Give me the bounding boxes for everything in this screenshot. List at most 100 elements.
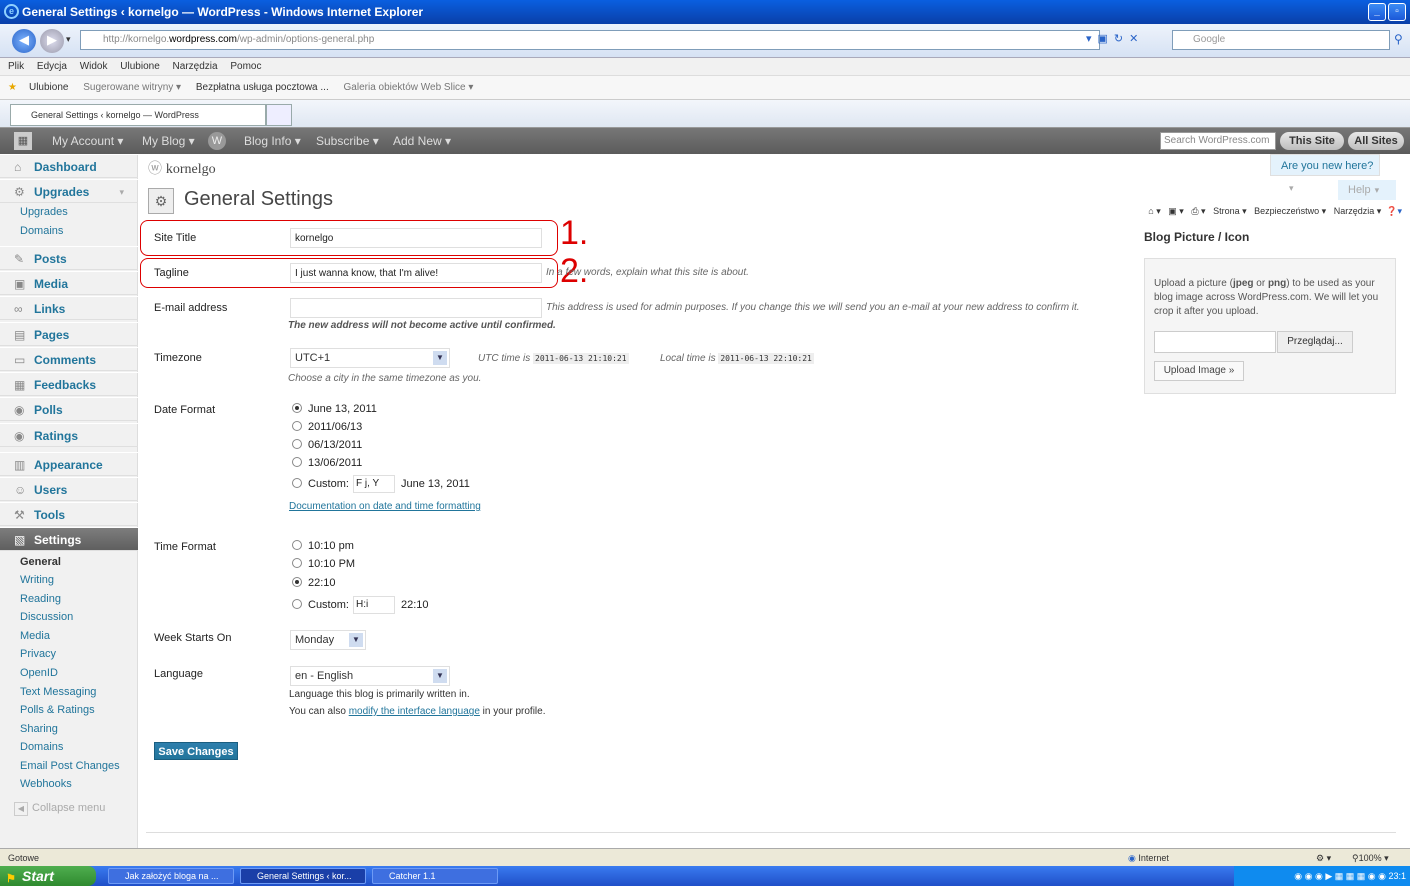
maximize-button[interactable]: ▫ xyxy=(1388,3,1406,21)
protected-mode-icon[interactable]: ⚙ ▾ xyxy=(1316,849,1331,867)
browser-search-input[interactable]: Google xyxy=(1172,30,1390,50)
taskbar-item[interactable]: Jak założyć bloga na ... xyxy=(108,868,234,884)
submenu-openid[interactable]: OpenID xyxy=(20,667,58,679)
suggested-sites-link[interactable]: Sugerowane witryny ▾ xyxy=(83,82,181,93)
submenu-email-post-changes[interactable]: Email Post Changes xyxy=(20,760,120,772)
browser-tab[interactable]: General Settings ‹ kornelgo — WordPress xyxy=(10,104,266,126)
mail-link[interactable]: Bezpłatna usługa pocztowa ... xyxy=(196,82,329,93)
submenu-reading[interactable]: Reading xyxy=(20,593,61,605)
submenu-polls-ratings[interactable]: Polls & Ratings xyxy=(20,704,95,716)
page-title: General Settings xyxy=(184,188,333,210)
sidebar-item-users[interactable]: ☺ Users xyxy=(0,477,138,501)
sidebar-item-appearance[interactable]: ▥ Appearance xyxy=(0,452,138,476)
upload-image-button[interactable]: Upload Image » xyxy=(1154,361,1244,381)
sidebar-item-upgrades[interactable]: ⚙ Upgrades ▾ xyxy=(0,179,138,203)
file-path-input[interactable] xyxy=(1154,331,1276,353)
forward-button[interactable]: ▶ xyxy=(40,29,64,53)
history-dropdown-icon[interactable]: ▾ xyxy=(66,34,71,45)
email-description: This address is used for admin purposes.… xyxy=(546,302,1080,313)
time-custom-input[interactable]: H:i xyxy=(352,596,395,614)
date-doc-link[interactable]: Documentation on date and time formattin… xyxy=(289,501,481,512)
favorites-bar: ★ Ulubione Sugerowane witryny ▾ Bezpłatna… xyxy=(0,76,1410,100)
submenu-writing[interactable]: Writing xyxy=(20,574,54,586)
menu-edit[interactable]: Edycja xyxy=(37,61,67,72)
submenu-sharing[interactable]: Sharing xyxy=(20,723,58,735)
sidebar-item-links[interactable]: ∞ Links xyxy=(0,296,138,320)
timezone-select[interactable]: UTC+1 ▼ xyxy=(290,348,450,368)
date-format-option[interactable]: 06/13/2011 xyxy=(292,439,362,451)
sidebar-item-dashboard[interactable]: ⌂ Dashboard xyxy=(0,154,138,178)
help-button[interactable]: Help ▾ xyxy=(1338,180,1396,200)
week-start-select[interactable]: Monday ▼ xyxy=(290,630,366,650)
sidebar-item-feedbacks[interactable]: ▦ Feedbacks xyxy=(0,372,138,396)
all-sites-button[interactable]: All Sites xyxy=(1348,132,1404,150)
menu-help[interactable]: Pomoc xyxy=(230,61,261,72)
tagline-input[interactable] xyxy=(290,263,542,283)
new-tab-button[interactable] xyxy=(266,104,292,126)
sidebar-item-ratings[interactable]: ◉ Ratings xyxy=(0,423,138,447)
address-tools-icon[interactable]: ▾▣↻✕ xyxy=(1086,32,1144,45)
taskbar-item[interactable]: Catcher 1.1 xyxy=(372,868,498,884)
add-new-menu[interactable]: Add New ▾ xyxy=(393,128,451,154)
sidebar-item-tools[interactable]: ⚒ Tools xyxy=(0,502,138,526)
date-format-option[interactable]: 13/06/2011 xyxy=(292,457,362,469)
sidebar-item-pages[interactable]: ▤ Pages xyxy=(0,322,138,346)
collapse-menu-button[interactable]: ◀ Collapse menu xyxy=(14,802,105,816)
this-site-button[interactable]: This Site xyxy=(1280,132,1344,150)
my-account-menu[interactable]: My Account ▾ xyxy=(52,128,123,154)
browse-button[interactable]: Przeglądaj... xyxy=(1277,331,1353,353)
save-changes-button[interactable]: Save Changes xyxy=(154,742,238,760)
minimize-button[interactable]: _ xyxy=(1368,3,1386,21)
sidebar-item-settings[interactable]: ▧ Settings xyxy=(0,527,138,551)
settings-page-icon: ⚙ xyxy=(148,188,174,214)
time-format-option[interactable]: 10:10 PM xyxy=(292,558,355,570)
chevron-down-icon[interactable]: ▾ xyxy=(119,180,124,204)
site-title-input[interactable] xyxy=(290,228,542,248)
menu-tools[interactable]: Narzędzia xyxy=(173,61,218,72)
submenu-discussion[interactable]: Discussion xyxy=(20,611,73,623)
menu-favorites[interactable]: Ulubione xyxy=(120,61,159,72)
tray-icons[interactable]: ◉ ◉ ◉ ▶ ▦ ▦ ▦ ◉ ◉ xyxy=(1294,871,1388,881)
blog-info-menu[interactable]: Blog Info ▾ xyxy=(244,128,301,154)
wordpress-search-input[interactable]: Search WordPress.com xyxy=(1160,132,1276,150)
menu-file[interactable]: Plik xyxy=(8,61,24,72)
favorites-star-icon[interactable]: ★ xyxy=(8,82,17,93)
time-format-option[interactable]: 10:10 pm xyxy=(292,540,354,552)
menu-view[interactable]: Widok xyxy=(80,61,108,72)
search-icon[interactable]: ⚲ xyxy=(1394,32,1403,46)
subscribe-menu[interactable]: Subscribe ▾ xyxy=(316,128,379,154)
site-name-link[interactable]: ⓦ kornelgo xyxy=(148,158,216,178)
submenu-privacy[interactable]: Privacy xyxy=(20,648,56,660)
address-bar[interactable]: http://kornelgo.wordpress.com/wp-admin/o… xyxy=(80,30,1100,50)
sidebar-item-polls[interactable]: ◉ Polls xyxy=(0,397,138,421)
time-format-option[interactable]: 22:10 xyxy=(292,577,336,589)
date-format-option[interactable]: June 13, 2011 xyxy=(292,403,377,415)
submenu-general[interactable]: General xyxy=(20,556,61,568)
modify-language-link[interactable]: modify the interface language xyxy=(349,706,480,717)
new-here-button[interactable]: Are you new here?▾ xyxy=(1270,154,1380,193)
gallery-link[interactable]: Galeria obiektów Web Slice ▾ xyxy=(344,82,474,93)
date-format-option[interactable]: 2011/06/13 xyxy=(292,421,362,433)
submenu-media[interactable]: Media xyxy=(20,630,50,642)
email-input[interactable] xyxy=(290,298,542,318)
submenu-webhooks[interactable]: Webhooks xyxy=(20,778,72,790)
start-button[interactable]: ⚑ Start xyxy=(0,866,96,886)
submenu-text-messaging[interactable]: Text Messaging xyxy=(20,686,96,698)
favorites-button[interactable]: Ulubione xyxy=(29,82,68,93)
submenu-upgrades[interactable]: Upgrades xyxy=(20,206,68,218)
my-blog-menu[interactable]: My Blog ▾ xyxy=(142,128,195,154)
submenu-domains[interactable]: Domains xyxy=(20,225,63,237)
wordpress-logo-icon[interactable]: W xyxy=(208,132,226,150)
submenu-domains-settings[interactable]: Domains xyxy=(20,741,63,753)
sidebar-item-media[interactable]: ▣ Media xyxy=(0,271,138,295)
sidebar-item-posts[interactable]: ✎ Posts xyxy=(0,246,138,270)
zoom-level[interactable]: ⚲100% ▾ xyxy=(1352,849,1389,867)
taskbar-item[interactable]: General Settings ‹ kor... xyxy=(240,868,366,884)
back-button[interactable]: ◀ xyxy=(12,29,36,53)
date-format-custom[interactable]: Custom: F j, Y June 13, 2011 xyxy=(292,475,470,493)
language-select[interactable]: en - English ▼ xyxy=(290,666,450,686)
date-custom-input[interactable]: F j, Y xyxy=(352,475,395,493)
sidebar-item-comments[interactable]: ▭ Comments xyxy=(0,347,138,371)
avatar[interactable]: ▦ xyxy=(14,132,32,150)
time-format-custom[interactable]: Custom: H:i 22:10 xyxy=(292,596,429,614)
